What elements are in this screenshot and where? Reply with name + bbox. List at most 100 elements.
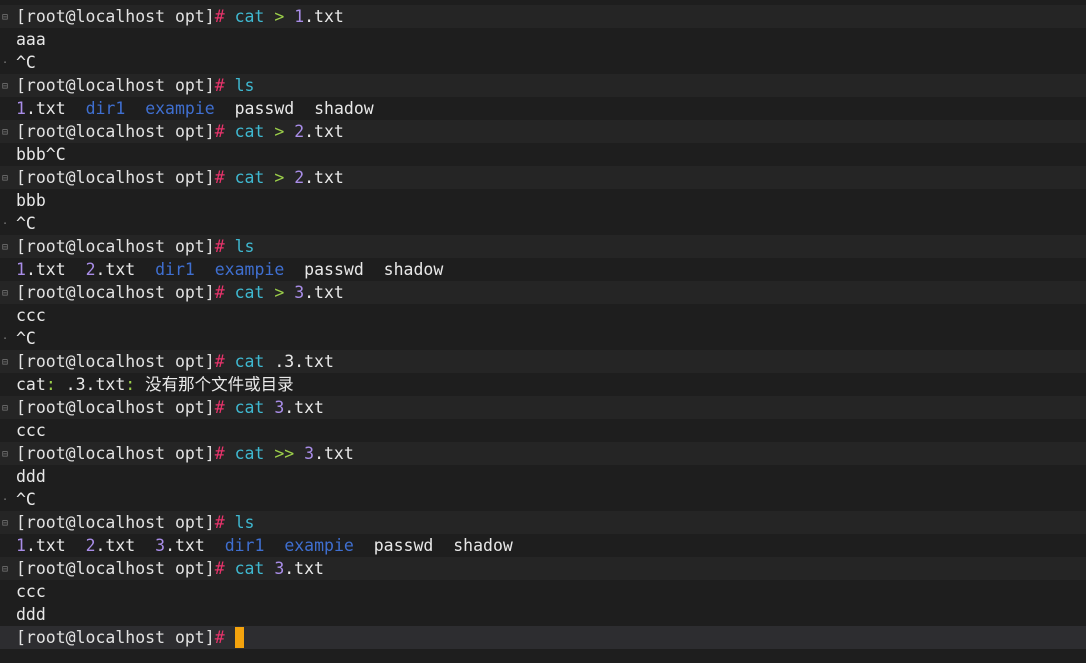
dot-icon (0, 212, 10, 235)
error-command: cat (16, 375, 46, 394)
output-text: aaa (16, 30, 46, 49)
prompt-line: [root@localhost opt]# cat 3.txt (0, 557, 1086, 580)
prompt-hash: # (214, 76, 225, 95)
collapse-icon[interactable] (0, 281, 10, 305)
collapse-icon[interactable] (0, 396, 10, 420)
prompt: [root@localhost opt] (16, 628, 215, 647)
prompt-line: [root@localhost opt]# cat > 2.txt (0, 120, 1086, 143)
redirect-operator: > (274, 168, 285, 187)
prompt: [root@localhost opt] (16, 168, 215, 187)
prompt-hash: # (214, 628, 225, 647)
command: cat (234, 7, 265, 26)
prompt: [root@localhost opt] (16, 76, 215, 95)
filename-ext: .txt (314, 444, 354, 463)
output-line: ccc (0, 419, 1086, 442)
error-message: 没有那个文件或目录 (135, 375, 294, 394)
file-entry-ext: .txt (25, 99, 66, 118)
collapse-icon[interactable] (0, 511, 10, 535)
output-line: ^C (0, 327, 1086, 350)
prompt-hash: # (214, 352, 225, 371)
prompt-line: [root@localhost opt]# cat > 1.txt (0, 5, 1086, 28)
file-entry-ext: .txt (25, 536, 66, 555)
directory-entry: dir1 (224, 536, 265, 555)
prompt-hash: # (214, 122, 225, 141)
prompt-hash: # (214, 168, 225, 187)
output-text: ccc (16, 306, 46, 325)
prompt: [root@localhost opt] (16, 444, 215, 463)
prompt-line: [root@localhost opt]# cat 3.txt (0, 396, 1086, 419)
error-file: .3.txt (55, 375, 126, 394)
prompt: [root@localhost opt] (16, 513, 215, 532)
output-text: ^C (16, 329, 36, 348)
filename-number: 3 (274, 398, 285, 417)
filename-ext: .txt (284, 398, 324, 417)
filename-ext: .txt (284, 559, 324, 578)
directory-entry: exampie (145, 99, 215, 118)
error-colon: : (125, 375, 136, 394)
collapse-icon[interactable] (0, 120, 10, 144)
redirect-operator: > (274, 122, 285, 141)
prompt-line: [root@localhost opt]# ls (0, 511, 1086, 534)
text-cursor[interactable] (234, 627, 244, 648)
command: ls (234, 76, 255, 95)
command: cat (234, 168, 265, 187)
prompt: [root@localhost opt] (16, 283, 215, 302)
file-entry: passwd (373, 536, 434, 555)
output-line: ccc (0, 304, 1086, 327)
command: ls (234, 237, 255, 256)
file-entry: shadow (453, 536, 513, 555)
output-line: ^C (0, 51, 1086, 74)
dot-icon (0, 327, 10, 350)
error-line: cat: .3.txt: 没有那个文件或目录 (0, 373, 1086, 396)
prompt-line: [root@localhost opt]# cat >> 3.txt (0, 442, 1086, 465)
directory-entry: exampie (284, 536, 354, 555)
prompt-hash: # (214, 398, 225, 417)
file-entry: shadow (383, 260, 444, 279)
output-text: ccc (16, 421, 46, 440)
output-text: bbb (16, 191, 46, 210)
prompt-line: [root@localhost opt]# ls (0, 235, 1086, 258)
output-text: ccc (16, 582, 46, 601)
terminal-output[interactable]: [root@localhost opt]# cat > 1.txt aaa ^C… (0, 0, 1086, 663)
collapse-icon[interactable] (0, 235, 10, 259)
collapse-icon[interactable] (0, 557, 10, 581)
prompt-hash: # (214, 559, 225, 578)
collapse-icon[interactable] (0, 74, 10, 98)
output-line: ddd (0, 465, 1086, 488)
ls-output-line: 1.txt 2.txt 3.txt dir1 exampie passwd sh… (0, 534, 1086, 557)
output-line: ddd (0, 603, 1086, 626)
prompt-hash: # (214, 513, 225, 532)
filename-number: 3 (294, 283, 305, 302)
output-text: ^C (16, 490, 36, 509)
directory-entry: dir1 (155, 260, 195, 279)
error-colon: : (45, 375, 56, 394)
directory-entry: dir1 (85, 99, 126, 118)
filename-number: 1 (294, 7, 305, 26)
collapse-icon[interactable] (0, 350, 10, 374)
file-entry-number: 1 (16, 99, 26, 118)
prompt-hash: # (214, 7, 225, 26)
output-text: ddd (16, 467, 46, 486)
output-text: ^C (16, 214, 36, 233)
output-text: ddd (16, 605, 46, 624)
prompt-line: [root@localhost opt]# ls (0, 74, 1086, 97)
output-line: ccc (0, 580, 1086, 603)
file-entry: shadow (314, 99, 374, 118)
filename-number: 3 (304, 444, 315, 463)
current-prompt-line[interactable]: [root@localhost opt]# (0, 626, 1086, 649)
collapse-icon[interactable] (0, 442, 10, 466)
redirect-operator: > (274, 283, 285, 302)
file-entry: passwd (304, 260, 364, 279)
output-text: ^C (16, 53, 36, 72)
collapse-icon[interactable] (0, 5, 10, 29)
filename-number: 3 (274, 559, 285, 578)
prompt: [root@localhost opt] (16, 352, 215, 371)
file-entry-number: 2 (85, 536, 96, 555)
command: cat (234, 398, 265, 417)
prompt-line: [root@localhost opt]# cat > 2.txt (0, 166, 1086, 189)
collapse-icon[interactable] (0, 166, 10, 190)
output-line: aaa (0, 28, 1086, 51)
command-argument: .3.txt (274, 352, 334, 371)
prompt: [root@localhost opt] (16, 559, 215, 578)
prompt: [root@localhost opt] (16, 7, 215, 26)
